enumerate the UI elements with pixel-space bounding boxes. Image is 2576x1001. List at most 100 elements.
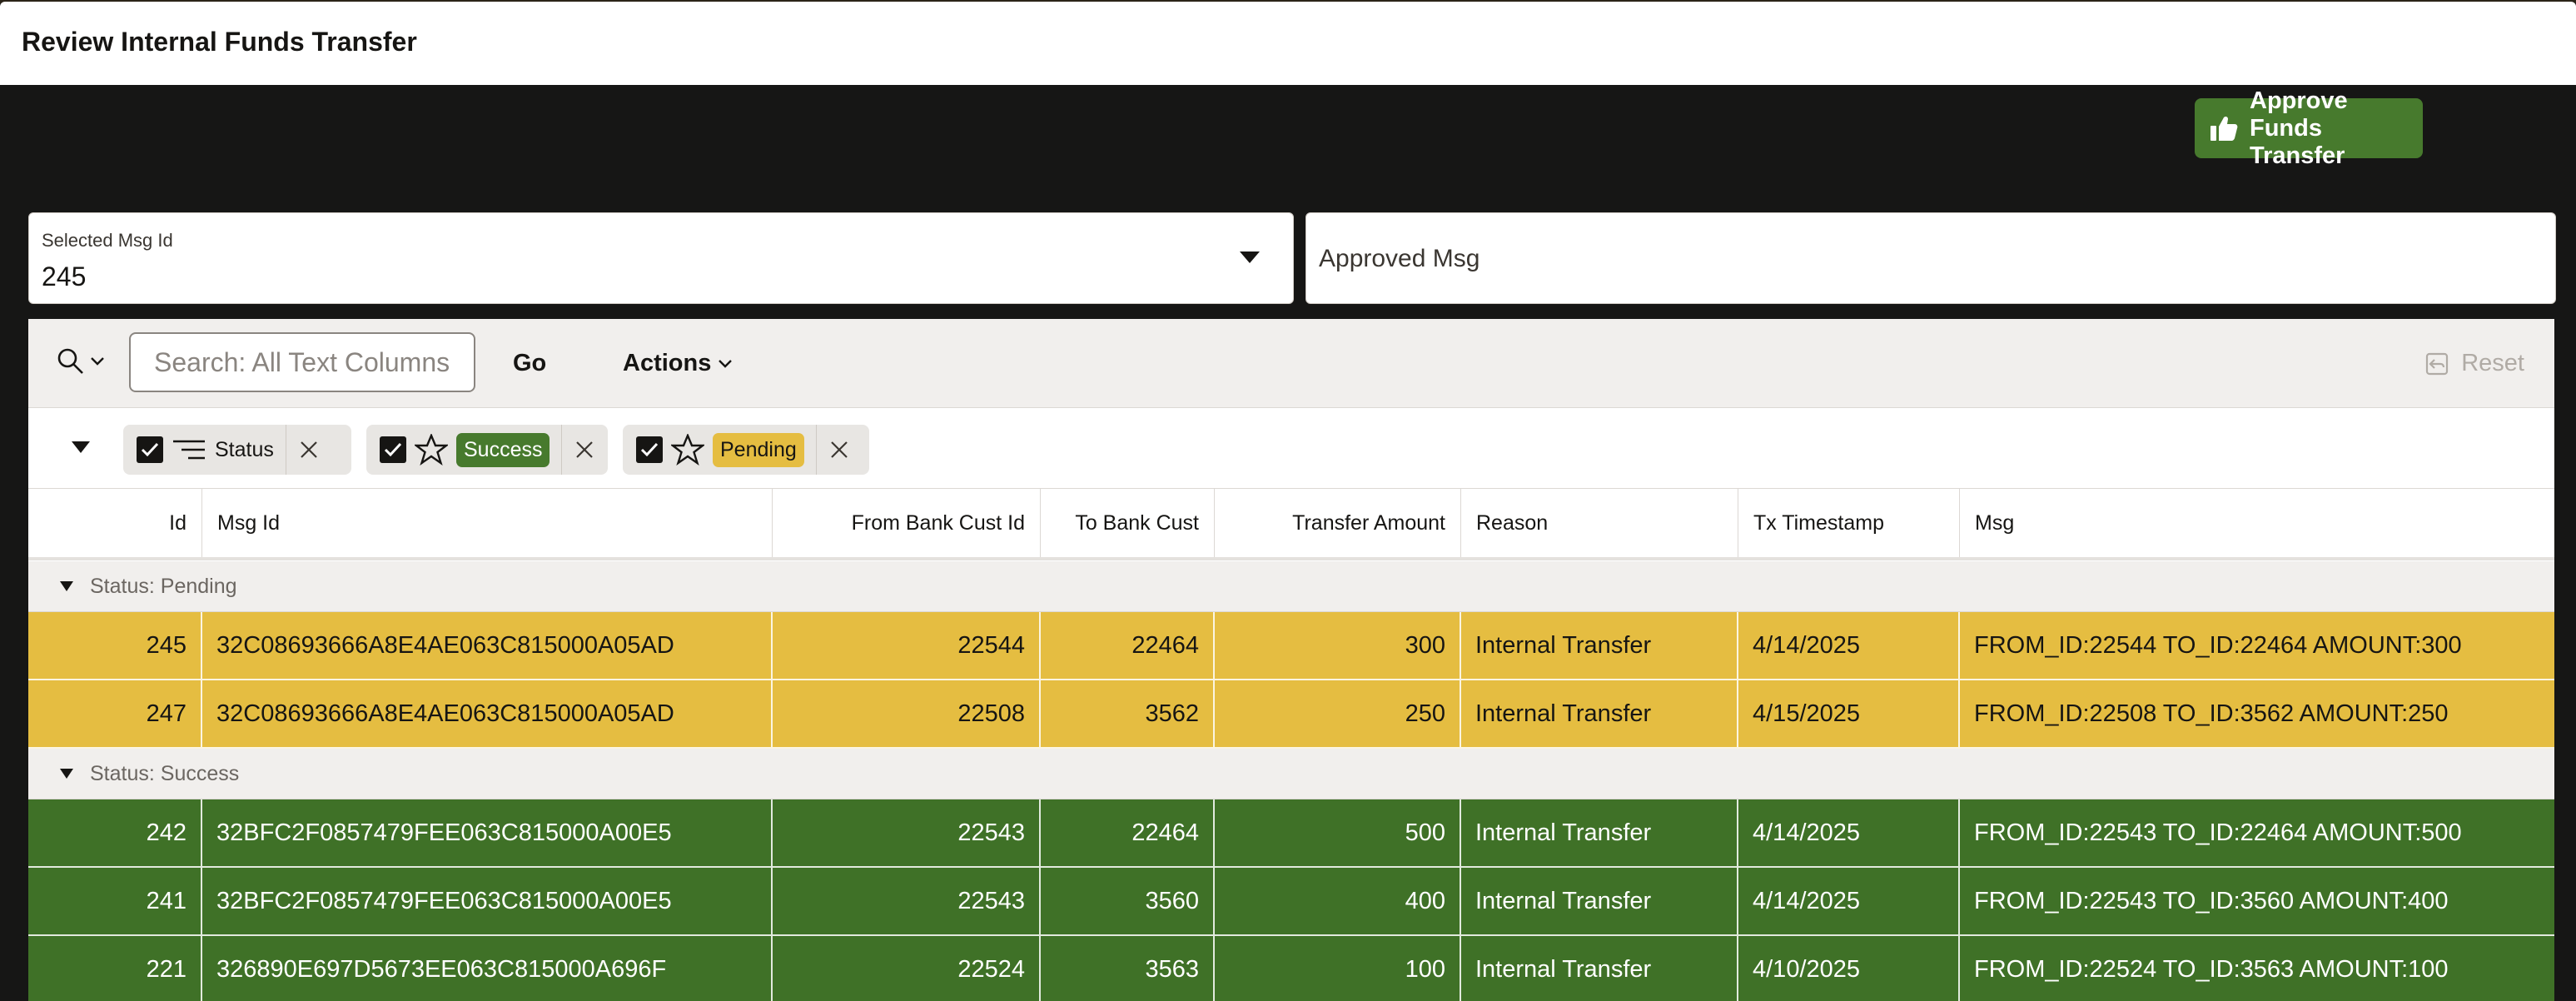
group-break-label: Status: Pending	[90, 574, 237, 598]
actions-menu-button[interactable]: Actions	[623, 350, 733, 377]
cell-reason: Internal Transfer	[1461, 799, 1738, 866]
cell-from-bank-cust-id: 22543	[773, 868, 1041, 934]
cell-from-bank-cust-id: 22543	[773, 799, 1041, 866]
cell-to-bank-cust-id: 3563	[1041, 936, 1215, 1001]
cell-to-bank-cust-id: 22464	[1041, 612, 1215, 679]
cell-from-bank-cust-id: 22508	[773, 680, 1041, 747]
column-header-from-bank-cust-id[interactable]: From Bank Cust Id	[773, 489, 1041, 557]
report-toolbar: Go Actions Reset	[28, 319, 2554, 408]
cell-from-bank-cust-id: 22544	[773, 612, 1041, 679]
checkbox-checked[interactable]	[636, 436, 663, 463]
collapse-triangle-icon[interactable]	[72, 441, 90, 453]
close-icon	[576, 441, 594, 458]
filter-chip-success: Success	[366, 425, 608, 475]
group-break-pending[interactable]: Status: Pending	[28, 561, 2554, 612]
search-column-menu[interactable]	[57, 347, 105, 376]
column-header-msg-id[interactable]: Msg Id	[202, 489, 773, 557]
cell-msg-id: 32C08693666A8E4AE063C815000A05AD	[202, 680, 773, 747]
selected-msg-id-value: 245	[42, 261, 87, 291]
cell-to-bank-cust-id: 22464	[1041, 799, 1215, 866]
control-break-icon	[173, 440, 205, 460]
column-header-transfer-amount[interactable]: Transfer Amount	[1215, 489, 1461, 557]
cell-tx-timestamp: 4/10/2025	[1738, 936, 1960, 1001]
table-row[interactable]: 241 32BFC2F0857479FEE063C815000A00E5 225…	[28, 868, 2554, 936]
page-title: Review Internal Funds Transfer	[22, 27, 417, 57]
remove-filter-button[interactable]	[562, 440, 607, 460]
cell-msg: FROM_ID:22544 TO_ID:22464 AMOUNT:300	[1974, 632, 2462, 659]
report-settings-row: Status Success Pending	[28, 408, 2554, 489]
reset-label: Reset	[2461, 350, 2524, 376]
selected-msg-id-select[interactable]: Selected Msg Id 245	[28, 212, 1294, 304]
cell-transfer-amount: 250	[1215, 680, 1461, 747]
checkbox-checked[interactable]	[137, 436, 163, 463]
cell-id: 241	[28, 868, 202, 934]
column-header-reason[interactable]: Reason	[1461, 489, 1738, 557]
approved-msg-field[interactable]: Approved Msg	[1305, 212, 2556, 304]
collapse-triangle-icon	[60, 581, 73, 591]
collapse-triangle-icon	[60, 769, 73, 779]
reset-button[interactable]: Reset	[2424, 350, 2524, 377]
cell-msg: FROM_ID:22508 TO_ID:3562 AMOUNT:250	[1974, 700, 2449, 727]
column-header-id[interactable]: Id	[28, 489, 202, 557]
cell-msg-id: 32C08693666A8E4AE063C815000A05AD	[202, 612, 773, 679]
cell-id: 247	[28, 680, 202, 747]
column-headers: Id Msg Id From Bank Cust Id To Bank Cust…	[28, 489, 2554, 603]
approved-msg-label: Approved Msg	[1319, 245, 1480, 272]
go-button[interactable]: Go	[513, 350, 546, 377]
cell-from-bank-cust-id: 22524	[773, 936, 1041, 1001]
cell-transfer-amount: 300	[1215, 612, 1461, 679]
highlight-badge-pending: Pending	[713, 432, 804, 467]
cell-id: 242	[28, 799, 202, 866]
cell-to-bank-cust-id: 3560	[1041, 868, 1215, 934]
page-header: Review Internal Funds Transfer	[0, 2, 2576, 85]
remove-filter-button[interactable]	[286, 440, 331, 460]
filter-chip-pending: Pending	[623, 425, 869, 475]
cell-transfer-amount: 100	[1215, 936, 1461, 1001]
cell-to-bank-cust-id: 3562	[1041, 680, 1215, 747]
column-header-to-bank-cust-id[interactable]: To Bank Cust Id	[1041, 489, 1215, 603]
group-break-success[interactable]: Status: Success	[28, 749, 2554, 799]
approve-button-label: Approve Funds Transfer	[2250, 87, 2348, 169]
cell-msg-id: 32BFC2F0857479FEE063C815000A00E5	[202, 868, 773, 934]
filter-chip-body[interactable]: Pending	[663, 432, 816, 467]
check-icon	[384, 442, 402, 457]
table-row[interactable]: 247 32C08693666A8E4AE063C815000A05AD 225…	[28, 680, 2554, 749]
table-row[interactable]: 245 32C08693666A8E4AE063C815000A05AD 225…	[28, 612, 2554, 680]
filter-chip-body[interactable]: Status	[163, 436, 286, 463]
column-header-tx-timestamp[interactable]: Tx Timestamp	[1738, 489, 1960, 557]
cell-id: 245	[28, 612, 202, 679]
chevron-down-icon	[91, 357, 104, 366]
close-icon	[830, 441, 848, 458]
cell-tx-timestamp: 4/14/2025	[1738, 799, 1960, 866]
cell-reason: Internal Transfer	[1461, 680, 1738, 747]
cell-msg: FROM_ID:22543 TO_ID:3560 AMOUNT:400	[1974, 888, 2449, 914]
checkbox-checked[interactable]	[380, 436, 406, 463]
search-icon	[57, 348, 83, 374]
selected-msg-id-label: Selected Msg Id	[42, 230, 173, 251]
chevron-down-icon	[719, 359, 733, 368]
cell-msg-id: 32BFC2F0857479FEE063C815000A00E5	[202, 799, 773, 866]
star-icon	[671, 434, 704, 466]
cell-tx-timestamp: 4/15/2025	[1738, 680, 1960, 747]
cell-transfer-amount: 500	[1215, 799, 1461, 866]
thumbs-up-icon	[2210, 116, 2238, 141]
highlight-badge-success: Success	[456, 432, 550, 467]
column-header-msg[interactable]: Msg	[1960, 489, 2554, 557]
filter-chip-body[interactable]: Success	[406, 432, 561, 467]
filter-chip-label: Status	[215, 437, 274, 461]
cell-reason: Internal Transfer	[1461, 612, 1738, 679]
remove-filter-button[interactable]	[817, 440, 862, 460]
cell-msg: FROM_ID:22524 TO_ID:3563 AMOUNT:100	[1974, 956, 2449, 983]
star-icon	[415, 434, 448, 466]
table-row[interactable]: 242 32BFC2F0857479FEE063C815000A00E5 225…	[28, 799, 2554, 868]
actions-label: Actions	[623, 350, 712, 376]
cell-tx-timestamp: 4/14/2025	[1738, 612, 1960, 679]
cell-tx-timestamp: 4/14/2025	[1738, 868, 1960, 934]
table-row[interactable]: 221 326890E697D5673EE063C815000A696F 225…	[28, 936, 2554, 1001]
check-icon	[640, 442, 659, 457]
check-icon	[141, 442, 159, 457]
cell-msg: FROM_ID:22543 TO_ID:22464 AMOUNT:500	[1974, 819, 2462, 846]
group-break-label: Status: Success	[90, 761, 240, 785]
search-input[interactable]	[129, 332, 475, 392]
approve-funds-transfer-button[interactable]: Approve Funds Transfer	[2195, 87, 2423, 169]
